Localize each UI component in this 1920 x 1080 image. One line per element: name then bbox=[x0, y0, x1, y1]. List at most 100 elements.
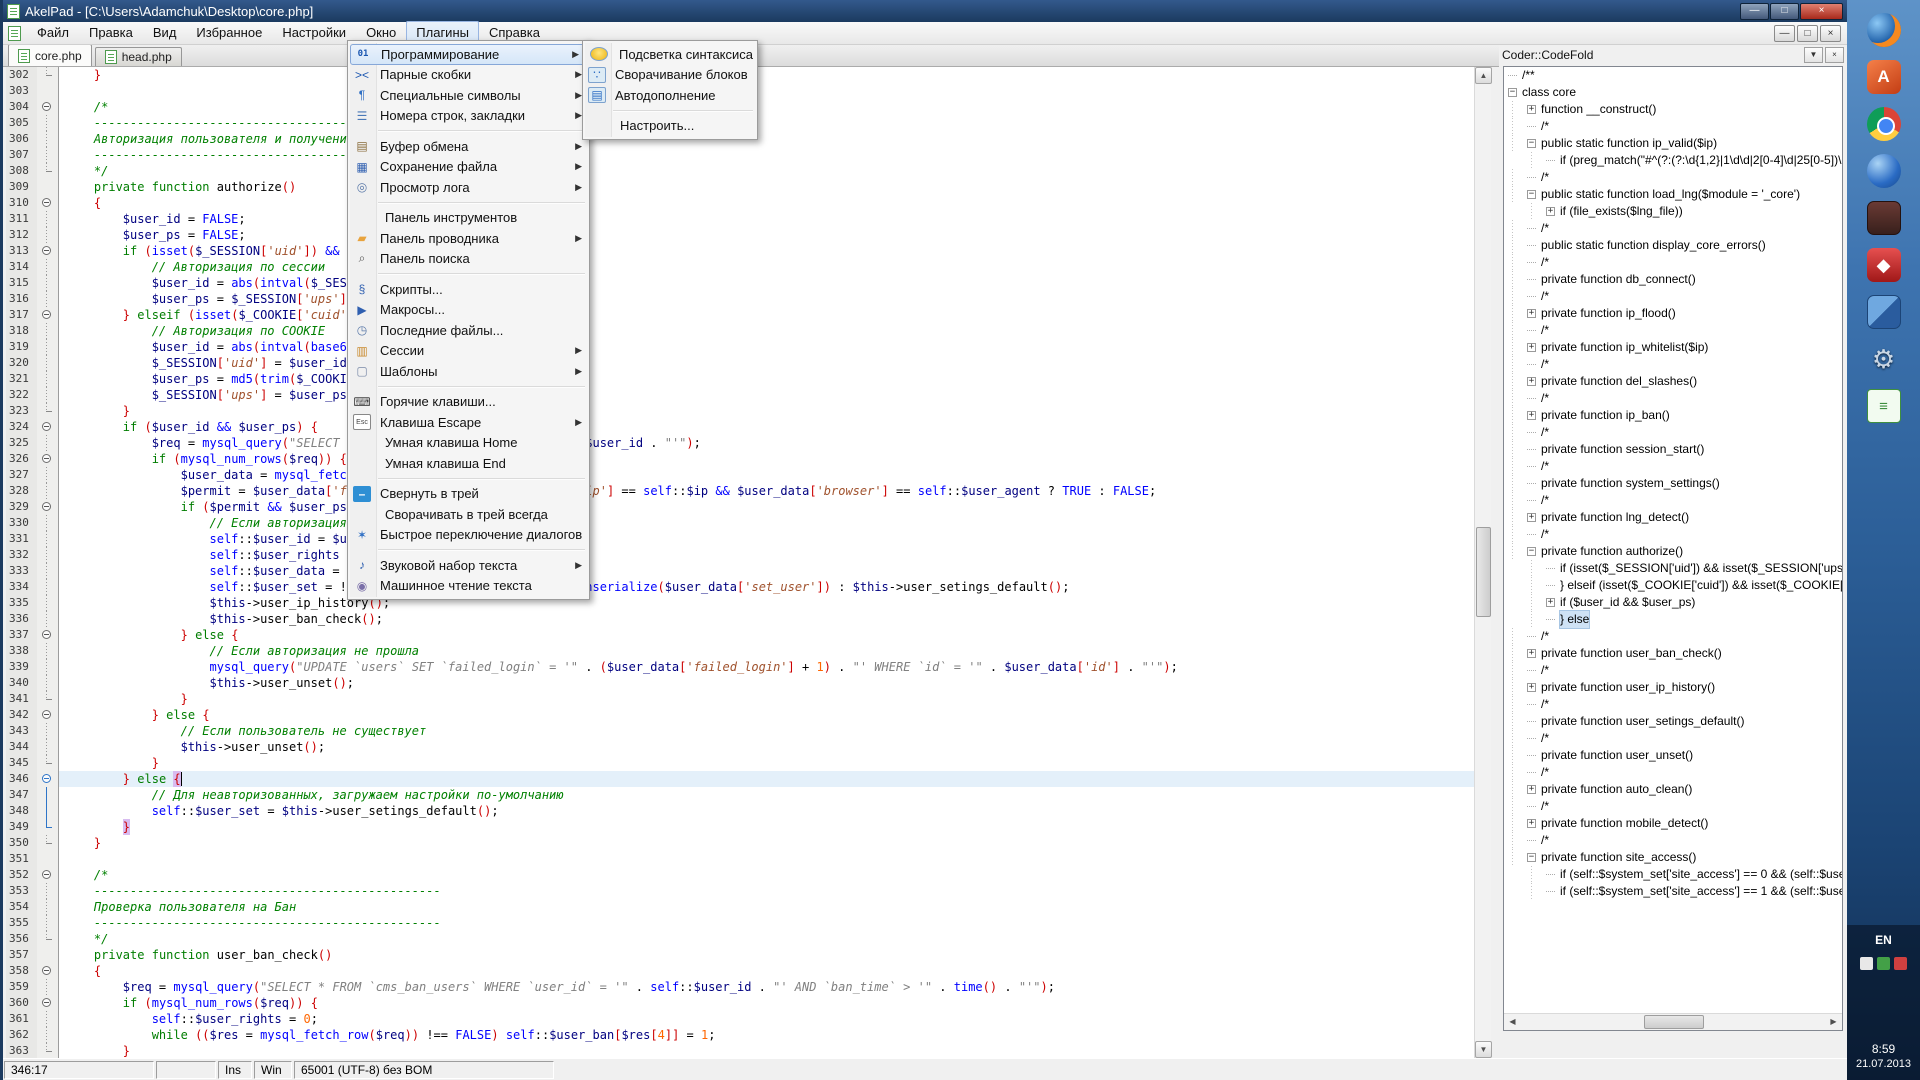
tree-item[interactable]: /* bbox=[1504, 322, 1842, 339]
blue-cube-app-icon[interactable] bbox=[1867, 295, 1901, 329]
fold-marker[interactable] bbox=[46, 259, 47, 275]
fold-gutter[interactable] bbox=[37, 99, 59, 115]
fold-marker[interactable] bbox=[46, 435, 47, 451]
code-line-313[interactable]: 313 if (isset($_SESSION['uid']) && isset… bbox=[6, 243, 1474, 259]
fold-gutter[interactable] bbox=[37, 515, 59, 531]
fold-marker[interactable] bbox=[42, 630, 51, 639]
fold-gutter[interactable] bbox=[37, 771, 59, 787]
tree-item[interactable]: /* bbox=[1504, 730, 1842, 747]
menu-item-Панель-инструментов[interactable]: Панель инструментов bbox=[348, 208, 589, 229]
fold-gutter[interactable] bbox=[37, 67, 59, 83]
tree-horizontal-scrollbar[interactable]: ◀ ▶ bbox=[1504, 1013, 1842, 1030]
fold-marker[interactable] bbox=[46, 563, 47, 579]
fold-marker[interactable] bbox=[46, 1027, 47, 1043]
code-line-344[interactable]: 344 $this->user_unset(); bbox=[6, 739, 1474, 755]
code-line-335[interactable]: 335 $this->user_ip_history(); bbox=[6, 595, 1474, 611]
scroll-down-button[interactable]: ▼ bbox=[1475, 1041, 1492, 1058]
fold-marker[interactable] bbox=[46, 115, 47, 131]
fold-marker[interactable] bbox=[46, 899, 47, 915]
fold-marker[interactable] bbox=[42, 422, 51, 431]
fold-marker[interactable] bbox=[46, 723, 47, 739]
code-line-314[interactable]: 314 // Авторизация по сессии bbox=[6, 259, 1474, 275]
tree-item[interactable]: +private function ip_flood() bbox=[1504, 305, 1842, 322]
menu-item-Автодополнение[interactable]: ▤Автодополнение bbox=[583, 85, 757, 106]
menubar-item-Вид[interactable]: Вид bbox=[143, 21, 187, 44]
code-line-315[interactable]: 315 $user_id = abs(intval($_SESSION['uid… bbox=[6, 275, 1474, 291]
tree-item[interactable]: /* bbox=[1504, 526, 1842, 543]
fold-gutter[interactable] bbox=[37, 531, 59, 547]
code-line-362[interactable]: 362 while (($res = mysql_fetch_row($req)… bbox=[6, 1027, 1474, 1043]
tree-item[interactable]: public static function display_core_erro… bbox=[1504, 237, 1842, 254]
code-line-353[interactable]: 353 ------------------------------------… bbox=[6, 883, 1474, 899]
menubar-item-Настройки[interactable]: Настройки bbox=[272, 21, 356, 44]
menu-item-Умная-клавиша-End[interactable]: Умная клавиша End bbox=[348, 453, 589, 474]
expand-box-icon[interactable]: + bbox=[1527, 411, 1536, 420]
fold-gutter[interactable] bbox=[37, 659, 59, 675]
tree-item[interactable]: private function system_settings() bbox=[1504, 475, 1842, 492]
tree-item[interactable]: /* bbox=[1504, 492, 1842, 509]
fold-marker[interactable] bbox=[42, 502, 51, 511]
code-line-342[interactable]: 342 } else { bbox=[6, 707, 1474, 723]
fold-marker[interactable] bbox=[46, 883, 47, 899]
code-line-337[interactable]: 337 } else { bbox=[6, 627, 1474, 643]
code-line-357[interactable]: 357 private function user_ban_check() bbox=[6, 947, 1474, 963]
code-line-356[interactable]: 356 */ bbox=[6, 931, 1474, 947]
fold-gutter[interactable] bbox=[37, 963, 59, 979]
menu-item-Парные-скобки[interactable]: ><Парные скобки▶ bbox=[348, 65, 589, 86]
code-line-321[interactable]: 321 $user_ps = md5(trim($_COOKIE['cups']… bbox=[6, 371, 1474, 387]
tree-item[interactable]: /* bbox=[1504, 696, 1842, 713]
fold-marker[interactable] bbox=[46, 547, 47, 563]
expand-box-icon[interactable]: + bbox=[1527, 649, 1536, 658]
tree-item[interactable]: /* bbox=[1504, 832, 1842, 849]
tab-core.php[interactable]: core.php bbox=[8, 44, 92, 66]
mdi-document-icon[interactable] bbox=[8, 26, 21, 41]
menu-item-Сворачивание-блоков[interactable]: ∵Сворачивание блоков bbox=[583, 65, 757, 86]
tree-item[interactable]: /* bbox=[1504, 356, 1842, 373]
tree-item[interactable]: private function user_setings_default() bbox=[1504, 713, 1842, 730]
fold-marker[interactable] bbox=[46, 275, 47, 291]
fold-marker[interactable] bbox=[46, 483, 47, 499]
collapse-box-icon[interactable]: − bbox=[1527, 853, 1536, 862]
panel-dropdown-button[interactable]: ▼ bbox=[1804, 47, 1823, 63]
mdi-minimize-button[interactable]: — bbox=[1774, 25, 1795, 42]
fold-marker[interactable] bbox=[46, 227, 47, 243]
tray-date[interactable]: 21.07.2013 bbox=[1856, 1058, 1911, 1070]
tree-item[interactable]: +if (file_exists($lng_file)) bbox=[1504, 203, 1842, 220]
fold-gutter[interactable] bbox=[37, 883, 59, 899]
menu-item-Макросы-[interactable]: ▶Макросы... bbox=[348, 300, 589, 321]
tree-item[interactable]: /* bbox=[1504, 220, 1842, 237]
menu-item-Сессии[interactable]: ▥Сессии▶ bbox=[348, 341, 589, 362]
code-line-308[interactable]: 308 */ bbox=[6, 163, 1474, 179]
expand-box-icon[interactable]: + bbox=[1527, 819, 1536, 828]
fold-marker[interactable] bbox=[46, 739, 47, 755]
menu-item-Сохранение-файла[interactable]: ▦Сохранение файла▶ bbox=[348, 157, 589, 178]
code-line-312[interactable]: 312 $user_ps = FALSE; bbox=[6, 227, 1474, 243]
scroll-right-button[interactable]: ▶ bbox=[1825, 1014, 1842, 1030]
tree-item[interactable]: /* bbox=[1504, 764, 1842, 781]
collapse-box-icon[interactable]: − bbox=[1527, 190, 1536, 199]
menu-item-Подсветка-синтаксиса[interactable]: Подсветка синтаксиса bbox=[583, 44, 757, 65]
fold-gutter[interactable] bbox=[37, 995, 59, 1011]
fold-gutter[interactable] bbox=[37, 467, 59, 483]
tree-item[interactable]: −class core bbox=[1504, 84, 1842, 101]
tree-item[interactable]: private function user_unset() bbox=[1504, 747, 1842, 764]
tree-item[interactable]: /* bbox=[1504, 390, 1842, 407]
fold-gutter[interactable] bbox=[37, 163, 59, 179]
code-line-359[interactable]: 359 $req = mysql_query("SELECT * FROM `c… bbox=[6, 979, 1474, 995]
code-line-325[interactable]: 325 $req = mysql_query("SELECT * FROM `u… bbox=[6, 435, 1474, 451]
fold-gutter[interactable] bbox=[37, 1043, 59, 1058]
code-line-324[interactable]: 324 if ($user_id && $user_ps) { bbox=[6, 419, 1474, 435]
fold-gutter[interactable] bbox=[37, 339, 59, 355]
fold-gutter[interactable] bbox=[37, 723, 59, 739]
fold-gutter[interactable] bbox=[37, 291, 59, 307]
code-line-317[interactable]: 317 } elseif (isset($_COOKIE['cuid']) &&… bbox=[6, 307, 1474, 323]
fold-gutter[interactable] bbox=[37, 451, 59, 467]
tree-item[interactable]: /* bbox=[1504, 798, 1842, 815]
fold-marker[interactable] bbox=[46, 611, 47, 627]
fold-gutter[interactable] bbox=[37, 323, 59, 339]
code-line-333[interactable]: 333 self::$user_data = $user_data; bbox=[6, 563, 1474, 579]
minimize-button[interactable]: — bbox=[1740, 3, 1769, 20]
fold-marker[interactable] bbox=[42, 454, 51, 463]
language-indicator[interactable]: EN bbox=[1875, 933, 1892, 947]
tray-clock[interactable]: 8:59 bbox=[1872, 1042, 1895, 1056]
